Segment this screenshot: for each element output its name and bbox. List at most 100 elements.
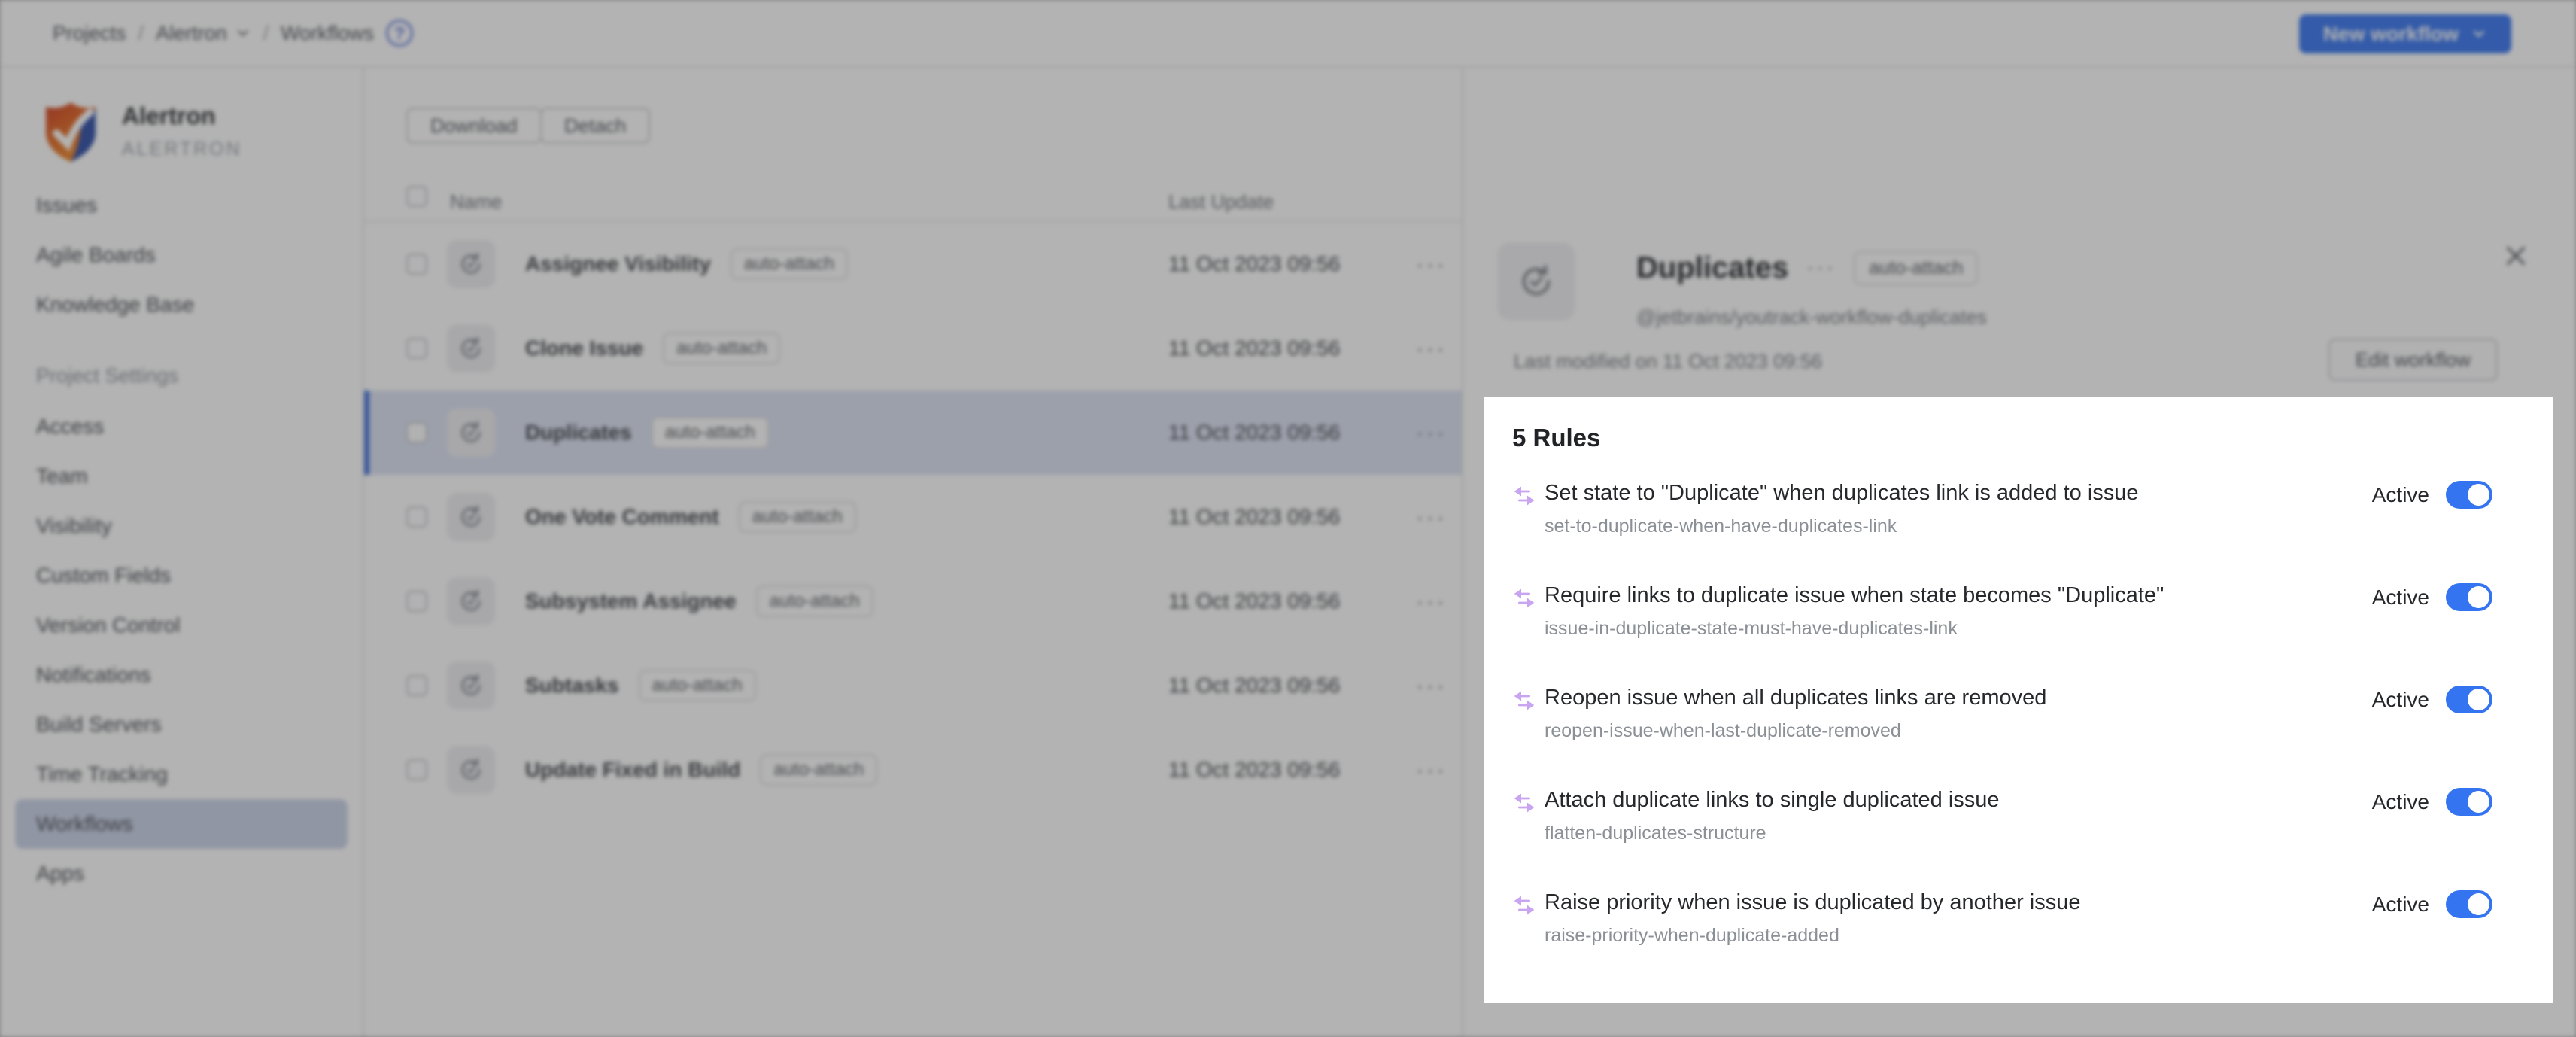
breadcrumb-projects[interactable]: Projects bbox=[53, 22, 126, 45]
auto-attach-badge: auto-attach bbox=[760, 754, 877, 786]
workflow-package-name: @jetbrains/youtrack-workflow-duplicates bbox=[1636, 306, 1987, 329]
download-button[interactable]: Download bbox=[406, 108, 542, 144]
sidebar-item[interactable]: Build Servers bbox=[0, 700, 363, 750]
row-menu-button[interactable]: ··· bbox=[1416, 475, 1447, 559]
rule-id: issue-in-duplicate-state-must-have-dupli… bbox=[1545, 618, 2492, 640]
swap-arrows-icon bbox=[1512, 586, 1536, 610]
table-row[interactable]: Clone Issue auto-attach 11 Oct 2023 09:5… bbox=[364, 306, 1462, 391]
row-title-group: Subsystem Assignee auto-attach bbox=[525, 559, 873, 643]
rule-id: raise-priority-when-duplicate-added bbox=[1545, 925, 2492, 947]
rule-active-toggle[interactable] bbox=[2446, 686, 2492, 713]
new-workflow-button[interactable]: New workflow bbox=[2299, 14, 2511, 53]
sidebar-item[interactable]: Time Tracking bbox=[0, 750, 363, 799]
row-checkbox[interactable] bbox=[406, 338, 427, 359]
last-update-value: 11 Oct 2023 09:56 bbox=[1168, 391, 1340, 475]
sidebar-item[interactable]: Agile Boards bbox=[0, 230, 363, 280]
rule-active-toggle[interactable] bbox=[2446, 890, 2492, 918]
row-checkbox[interactable] bbox=[406, 675, 427, 696]
table-row[interactable]: One Vote Comment auto-attach 11 Oct 2023… bbox=[364, 475, 1462, 559]
sidebar-item[interactable]: Apps bbox=[0, 849, 363, 899]
breadcrumb-project[interactable]: Alertron bbox=[156, 22, 251, 45]
sidebar-item[interactable]: Access bbox=[0, 402, 363, 452]
table-row[interactable]: Subtasks auto-attach 11 Oct 2023 09:56 ·… bbox=[364, 643, 1462, 728]
last-update-value: 11 Oct 2023 09:56 bbox=[1168, 222, 1340, 306]
auto-attach-badge: auto-attach bbox=[739, 501, 856, 533]
row-title-group: Clone Issue auto-attach bbox=[525, 306, 780, 391]
toggle-knob bbox=[2468, 586, 2489, 608]
row-menu-button[interactable]: ··· bbox=[1416, 222, 1447, 306]
workflow-name: One Vote Comment bbox=[525, 505, 719, 529]
sidebar-nav: Issues Agile Boards Knowledge Base Proje… bbox=[0, 181, 363, 899]
workflow-name: Duplicates bbox=[525, 421, 632, 445]
rule-title: Raise priority when issue is duplicated … bbox=[1545, 883, 2492, 917]
rule-title: Set state to "Duplicate" when duplicates… bbox=[1545, 473, 2492, 508]
row-menu-button[interactable]: ··· bbox=[1416, 559, 1447, 643]
rule-status-group: Active bbox=[2372, 788, 2492, 816]
column-header-name[interactable]: Name bbox=[450, 190, 502, 214]
rule-status-group: Active bbox=[2372, 890, 2492, 918]
rule-active-toggle[interactable] bbox=[2446, 788, 2492, 816]
auto-attach-badge: auto-attach bbox=[639, 670, 756, 701]
workflow-icon bbox=[447, 577, 495, 625]
sidebar-item[interactable]: Team bbox=[0, 452, 363, 501]
auto-attach-badge: auto-attach bbox=[663, 333, 780, 364]
rule-id: set-to-duplicate-when-have-duplicates-li… bbox=[1545, 515, 2492, 537]
rule-item[interactable]: Set state to "Duplicate" when duplicates… bbox=[1484, 473, 2553, 576]
sidebar-item[interactable]: Version Control bbox=[0, 601, 363, 650]
edit-workflow-button[interactable]: Edit workflow bbox=[2328, 339, 2498, 381]
column-header-last-update[interactable]: Last Update bbox=[1168, 190, 1274, 214]
detach-button[interactable]: Detach bbox=[540, 108, 650, 144]
sidebar-item[interactable]: Visibility bbox=[0, 501, 363, 551]
table-row[interactable]: Update Fixed in Build auto-attach 11 Oct… bbox=[364, 728, 1462, 812]
workflow-icon bbox=[1497, 242, 1575, 321]
auto-attach-badge: auto-attach bbox=[731, 248, 848, 280]
row-menu-button[interactable]: ··· bbox=[1416, 391, 1447, 475]
rule-item[interactable]: Reopen issue when all duplicates links a… bbox=[1484, 678, 2553, 780]
last-modified-text: Last modified on 11 Oct 2023 09:56 bbox=[1514, 350, 1822, 373]
rule-status-label: Active bbox=[2372, 483, 2429, 507]
toggle-knob bbox=[2468, 484, 2489, 506]
table-row[interactable]: Assignee Visibility auto-attach 11 Oct 2… bbox=[364, 222, 1462, 306]
rule-active-toggle[interactable] bbox=[2446, 583, 2492, 611]
row-menu-button[interactable]: ··· bbox=[1416, 306, 1447, 391]
rule-status-group: Active bbox=[2372, 686, 2492, 713]
rule-active-toggle[interactable] bbox=[2446, 481, 2492, 509]
last-update-value: 11 Oct 2023 09:56 bbox=[1168, 475, 1340, 559]
swap-arrows-icon bbox=[1512, 689, 1536, 713]
row-checkbox[interactable] bbox=[406, 254, 427, 275]
rule-item[interactable]: Attach duplicate links to single duplica… bbox=[1484, 780, 2553, 883]
swap-arrows-icon bbox=[1512, 791, 1536, 815]
select-all-checkbox[interactable] bbox=[406, 186, 427, 207]
row-menu-button[interactable]: ··· bbox=[1416, 643, 1447, 728]
breadcrumb-page[interactable]: Workflows bbox=[281, 22, 374, 45]
table-header: Name Last Update bbox=[364, 184, 1462, 220]
row-menu-button[interactable]: ··· bbox=[1416, 728, 1447, 812]
project-logo-icon bbox=[36, 96, 105, 166]
last-update-value: 11 Oct 2023 09:56 bbox=[1168, 728, 1340, 812]
chevron-down-icon bbox=[2471, 26, 2487, 42]
sidebar-item[interactable]: Issues bbox=[0, 181, 363, 230]
sidebar-item[interactable]: Knowledge Base bbox=[0, 280, 363, 330]
workflow-name: Subtasks bbox=[525, 674, 619, 698]
row-checkbox[interactable] bbox=[406, 591, 427, 612]
auto-attach-badge: auto-attach bbox=[652, 417, 769, 449]
swap-arrows-icon bbox=[1512, 484, 1536, 508]
rule-item[interactable]: Require links to duplicate issue when st… bbox=[1484, 576, 2553, 678]
workflow-name: Clone Issue bbox=[525, 336, 643, 360]
row-title-group: Update Fixed in Build auto-attach bbox=[525, 728, 877, 812]
help-icon[interactable]: ? bbox=[386, 20, 413, 47]
row-checkbox[interactable] bbox=[406, 759, 427, 780]
row-checkbox[interactable] bbox=[406, 422, 427, 443]
workflow-table: Assignee Visibility auto-attach 11 Oct 2… bbox=[364, 222, 1462, 812]
table-row[interactable]: Subsystem Assignee auto-attach 11 Oct 20… bbox=[364, 559, 1462, 643]
sidebar-item[interactable]: Notifications bbox=[0, 650, 363, 700]
rule-item[interactable]: Raise priority when issue is duplicated … bbox=[1484, 883, 2553, 985]
row-checkbox[interactable] bbox=[406, 506, 427, 528]
workflow-name: Assignee Visibility bbox=[525, 252, 711, 276]
detail-menu-button[interactable]: ··· bbox=[1806, 255, 1836, 281]
close-icon[interactable] bbox=[2502, 242, 2529, 269]
last-update-value: 11 Oct 2023 09:56 bbox=[1168, 559, 1340, 643]
sidebar-item[interactable]: Workflows bbox=[15, 799, 348, 849]
table-row[interactable]: Duplicates auto-attach 11 Oct 2023 09:56… bbox=[364, 391, 1462, 475]
sidebar-item[interactable]: Custom Fields bbox=[0, 551, 363, 601]
